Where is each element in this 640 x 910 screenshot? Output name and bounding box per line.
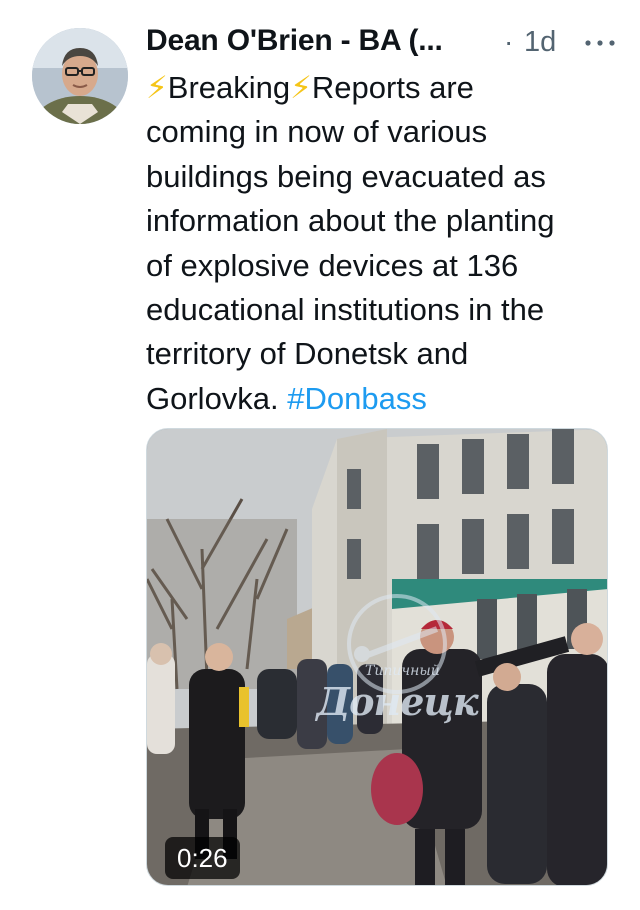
tweet-text-line: buildings being evacuated as (146, 158, 546, 194)
more-options-icon[interactable] (580, 36, 620, 50)
tweet-text-line: coming in now of various (146, 114, 488, 150)
tweet-text-line: territory of Donetsk and (146, 336, 469, 372)
lightning-icon: ⚡ (146, 70, 168, 105)
video-duration-badge: 0:26 (165, 837, 240, 879)
author-avatar[interactable] (32, 28, 128, 124)
lightning-icon: ⚡ (290, 70, 312, 105)
profile-photo-avatar (32, 28, 128, 124)
video-watermark: Типичный Донецк (307, 617, 487, 757)
video-player[interactable]: Типичный Донецк 0:26 (146, 428, 608, 886)
tweet-timestamp[interactable]: 1d (524, 26, 556, 59)
tweet-text-line: of explosive devices at 136 (146, 247, 519, 283)
tweet-text-line: information about the planting (146, 203, 555, 239)
tweet-text-segment: Reports are (311, 70, 474, 105)
author-display-name[interactable]: Dean O'Brien - BA (... (146, 24, 496, 58)
tweet-text-segment: Breaking (167, 70, 291, 105)
watermark-small-text: Типичный (365, 663, 440, 679)
tweet-header: Dean O'Brien - BA (... · 1d (146, 22, 616, 62)
tweet-text-line: Gorlovka. #Donbass (146, 377, 616, 421)
tweet-card[interactable]: Dean O'Brien - BA (... · 1d ⚡Breaking⚡Re… (0, 0, 640, 910)
header-separator: · (504, 26, 514, 57)
tweet-text-line: ⚡Breaking⚡Reports are (146, 66, 616, 110)
tweet-text-line: educational institutions in the (146, 291, 545, 327)
watermark-main-text: Донецк (316, 679, 478, 724)
tweet-text-segment: Gorlovka. (146, 380, 288, 416)
tweet-text: ⚡Breaking⚡Reports are coming in now of v… (146, 66, 616, 421)
hashtag-link[interactable]: #Donbass (287, 381, 427, 416)
